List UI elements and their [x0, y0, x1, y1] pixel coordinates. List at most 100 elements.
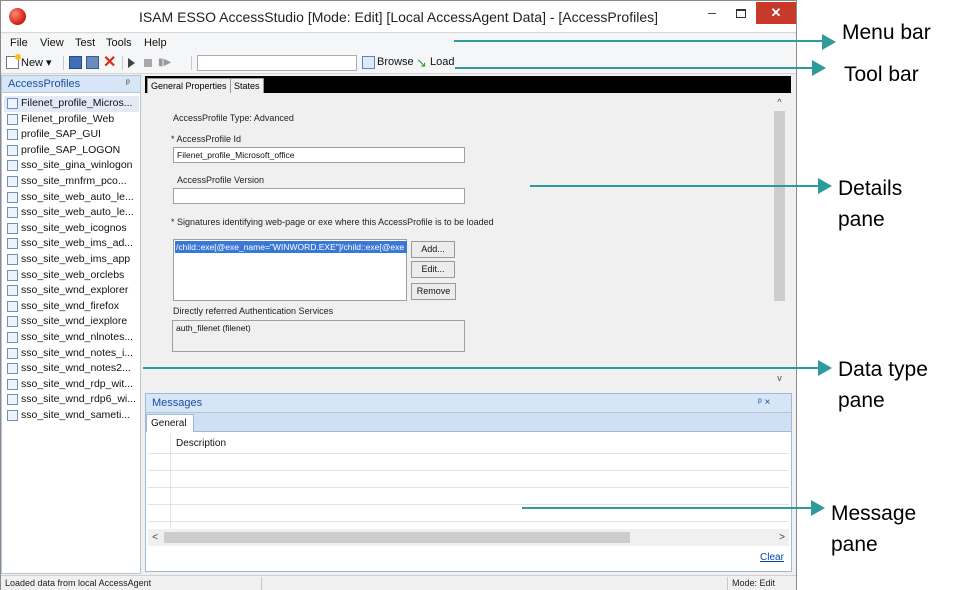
tool-bar-annotation: Tool bar [844, 63, 919, 86]
tool-bar-callout-arrow [812, 60, 826, 76]
accessprofile-file-icon [7, 207, 18, 219]
menu-bar-callout-line [454, 40, 824, 42]
step-icon[interactable]: ▮▶ [158, 56, 171, 69]
tab-states[interactable]: States [230, 78, 264, 93]
toolbar-separator [122, 56, 123, 70]
accessprofile-item-label: sso_site_wnd_rdp_wit... [21, 377, 134, 390]
accessprofile-file-icon [7, 238, 18, 250]
add-signature-button[interactable]: Add... [411, 241, 455, 258]
scroll-up-icon[interactable]: ^ [771, 95, 788, 109]
grid-line [170, 434, 171, 534]
save-icon[interactable] [69, 56, 82, 69]
close-button[interactable]: ✕ [756, 2, 796, 24]
accessprofile-file-icon [7, 253, 18, 265]
signatures-list[interactable]: /child::exe[@exe_name="WINWORD.EXE"]/chi… [173, 239, 407, 301]
scroll-down-icon[interactable]: v [771, 371, 788, 385]
tab-general-properties[interactable]: General Properties [147, 78, 231, 93]
accessprofile-list-item[interactable]: Filenet_profile_Micros... [4, 96, 139, 112]
load-button[interactable]: Load [430, 56, 454, 68]
accessprofile-list-item[interactable]: sso_site_mnfrm_pco... [4, 174, 139, 190]
accessprofile-list-item[interactable]: sso_site_web_auto_le... [4, 190, 139, 206]
accessprofile-list-item[interactable]: sso_site_web_auto_le... [4, 205, 139, 221]
details-vertical-scrollbar[interactable]: ^ v [771, 93, 788, 389]
delete-icon[interactable]: ✕ [103, 55, 116, 71]
accessprofile-list-item[interactable]: sso_site_wnd_notes2... [4, 361, 139, 377]
app-window: ISAM ESSO AccessStudio [Mode: Edit] [Loc… [0, 0, 797, 590]
accessprofile-list-item[interactable]: sso_site_wnd_rdp_wit... [4, 377, 139, 393]
stop-icon[interactable] [144, 59, 152, 67]
accessprofile-list-item[interactable]: sso_site_web_orclebs [4, 268, 139, 284]
accessprofile-list-item[interactable]: sso_site_wnd_sameti... [4, 408, 139, 424]
accessprofile-list-item[interactable]: sso_site_web_ims_app [4, 252, 139, 268]
run-icon[interactable] [128, 58, 135, 68]
load-icon[interactable]: ↘ [416, 56, 429, 69]
accessprofile-list-item[interactable]: profile_SAP_LOGON [4, 143, 139, 159]
accessprofile-list-item[interactable]: sso_site_web_ims_ad... [4, 236, 139, 252]
accessprofile-item-label: profile_SAP_GUI [21, 128, 101, 141]
minimize-button[interactable]: – [699, 3, 725, 25]
menu-view[interactable]: View [40, 37, 64, 49]
menu-tools[interactable]: Tools [106, 37, 132, 49]
menu-test[interactable]: Test [75, 37, 95, 49]
title-bar: ISAM ESSO AccessStudio [Mode: Edit] [Loc… [1, 1, 796, 33]
status-bar: Loaded data from local AccessAgent Mode:… [1, 575, 796, 590]
browse-icon[interactable] [362, 56, 375, 69]
accessprofile-file-icon [7, 144, 18, 156]
details-tab-strip: General Properties States [145, 76, 791, 93]
pin-close-icon[interactable]: ᵖ × [758, 397, 770, 408]
accessprofile-list-item[interactable]: sso_site_wnd_notes_i... [4, 346, 139, 362]
new-document-icon[interactable] [6, 54, 21, 69]
accessprofile-item-label: sso_site_web_ims_app [21, 252, 131, 265]
accessprofile-item-label: sso_site_wnd_rdp6_wi... [21, 393, 136, 406]
pin-icon[interactable]: ᵖ [126, 78, 130, 89]
accessprofile-item-label: sso_site_mnfrm_pco... [21, 174, 127, 187]
accessprofile-version-field[interactable] [173, 188, 465, 204]
status-mode: Mode: Edit [732, 578, 776, 588]
accessprofile-list-item[interactable]: sso_site_wnd_explorer [4, 283, 139, 299]
message-grid[interactable]: Description [148, 434, 789, 534]
grid-line [148, 487, 789, 488]
accessprofile-list-item[interactable]: sso_site_web_icognos [4, 221, 139, 237]
new-button[interactable]: New ▾ [21, 56, 52, 69]
accessprofile-list-item[interactable]: sso_site_wnd_iexplore [4, 314, 139, 330]
menu-bar: File View Test Tools Help [1, 34, 796, 52]
scroll-left-icon[interactable]: < [148, 529, 162, 546]
accessprofile-item-label: sso_site_wnd_explorer [21, 284, 129, 297]
description-column-header[interactable]: Description [176, 438, 226, 449]
toolbar-separator [63, 56, 64, 70]
remove-signature-button[interactable]: Remove [411, 283, 456, 300]
status-message: Loaded data from local AccessAgent [5, 578, 152, 588]
edit-signature-button[interactable]: Edit... [411, 261, 455, 278]
details-pane-annotation-line2: pane [838, 208, 885, 231]
accessprofile-item-label: sso_site_web_auto_le... [21, 190, 134, 203]
accessprofile-id-field[interactable]: Filenet_profile_Microsoft_office [173, 147, 465, 163]
accessprofile-list-item[interactable]: sso_site_wnd_firefox [4, 299, 139, 315]
signatures-label: * Signatures identifying web-page or exe… [171, 217, 494, 227]
clear-link[interactable]: Clear [760, 552, 784, 563]
address-input[interactable] [197, 55, 357, 71]
maximize-button[interactable] [728, 3, 754, 25]
maximize-icon [736, 9, 746, 18]
scroll-right-icon[interactable]: > [775, 529, 789, 546]
save-all-icon[interactable] [86, 56, 99, 69]
browse-button[interactable]: Browse [377, 56, 414, 68]
accessprofile-list-item[interactable]: sso_site_gina_winlogon [4, 158, 139, 174]
message-pane-header: Messages ᵖ × [146, 394, 791, 413]
menu-help[interactable]: Help [144, 37, 167, 49]
accessprofile-list-item[interactable]: Filenet_profile_Web [4, 112, 139, 128]
message-horizontal-scrollbar[interactable]: < > [148, 529, 789, 546]
menu-file[interactable]: File [10, 37, 28, 49]
scroll-thumb[interactable] [774, 111, 785, 301]
signature-item-selected[interactable]: /child::exe[@exe_name="WINWORD.EXE"]/chi… [175, 241, 407, 253]
grid-line [148, 521, 789, 522]
tab-general[interactable]: General [146, 414, 194, 432]
accessprofile-list-item[interactable]: sso_site_wnd_rdp6_wi... [4, 392, 139, 408]
accessprofile-item-label: Filenet_profile_Web [21, 112, 115, 125]
accessprofile-list-item[interactable]: sso_site_wnd_nlnotes... [4, 330, 139, 346]
accessprofile-type-label: AccessProfile Type: Advanced [173, 113, 294, 123]
scroll-thumb[interactable] [164, 532, 630, 543]
details-pane-annotation: Details [838, 177, 903, 200]
accessprofile-file-icon [7, 191, 18, 203]
accessprofile-list-item[interactable]: profile_SAP_GUI [4, 127, 139, 143]
message-pane-callout-line [522, 507, 813, 509]
